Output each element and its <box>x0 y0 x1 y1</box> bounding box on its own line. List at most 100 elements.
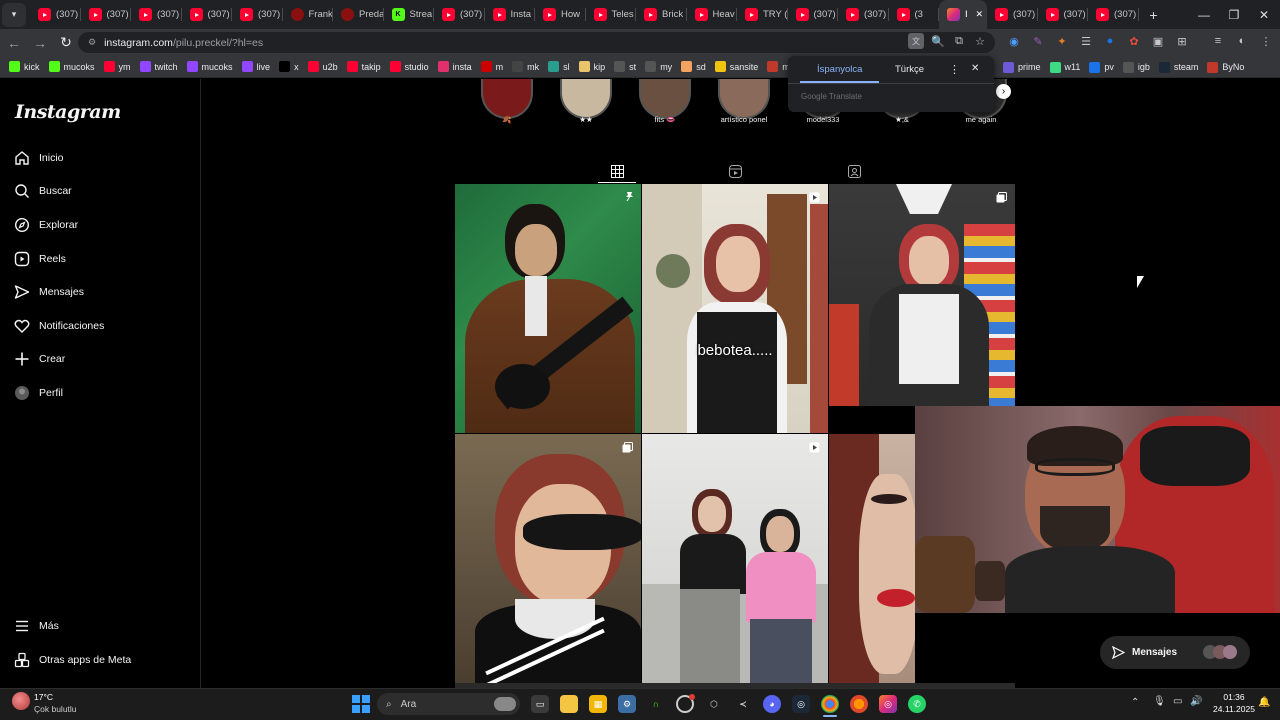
story-highlight[interactable]: ★★ <box>558 79 614 124</box>
highlights-next-button[interactable]: › <box>996 84 1011 99</box>
sidebar-item-crear[interactable]: Crear <box>14 351 65 367</box>
browser-tab[interactable]: (307) <box>434 0 485 29</box>
instagram-logo[interactable]: Instagram <box>15 101 121 123</box>
bookmark-item[interactable]: live <box>241 61 270 72</box>
browser-tab[interactable]: Preda <box>333 0 384 29</box>
site-info-icon[interactable]: ⚙ <box>88 37 96 48</box>
browser-tab[interactable]: Frank <box>283 0 333 29</box>
bookmark-item[interactable]: twitch <box>139 61 178 72</box>
microphone-icon[interactable]: 🎙 <box>1153 696 1166 707</box>
bookmark-item[interactable]: st <box>614 61 636 72</box>
bookmark-item[interactable]: mucoks <box>186 61 233 72</box>
bookmark-item[interactable]: ym <box>103 61 131 72</box>
headset-app-icon[interactable]: ∩ <box>647 695 665 713</box>
browser-tab[interactable]: (307) <box>838 0 889 29</box>
windows-start-icon[interactable] <box>352 695 370 713</box>
whatsapp-icon[interactable]: ✆ <box>908 695 926 713</box>
browser-tab[interactable]: (307) <box>30 0 81 29</box>
instagram-app-icon[interactable]: ◎ <box>879 695 897 713</box>
bookmark-item[interactable]: prime <box>1003 61 1041 73</box>
forward-button[interactable]: → <box>28 31 52 55</box>
browser-tab[interactable]: (307) <box>182 0 232 29</box>
bookmark-item[interactable]: mk <box>512 61 539 72</box>
close-window-button[interactable]: ✕ <box>1248 0 1280 29</box>
weather-desc[interactable]: Çok bulutlu <box>34 704 77 714</box>
reload-button[interactable]: ↻ <box>54 31 78 55</box>
translate-page-icon[interactable]: 文 <box>908 33 924 49</box>
extension-pen-icon[interactable]: ✎ <box>1030 33 1046 49</box>
bookmark-item[interactable]: kick <box>9 61 40 72</box>
game-app-icon[interactable]: ⬡ <box>705 695 723 713</box>
capcut-icon[interactable]: ≺ <box>734 695 752 713</box>
taskbar-search[interactable]: ⌕ Ara <box>377 693 520 715</box>
browser-tab[interactable]: Insta <box>485 0 535 29</box>
browser-tab[interactable]: TRY ( <box>737 0 788 29</box>
bookmark-item[interactable]: my <box>645 61 672 72</box>
tab-reels[interactable] <box>727 163 743 179</box>
story-highlight[interactable]: artístico ponel <box>716 79 772 124</box>
bookmark-item[interactable]: m <box>480 61 503 72</box>
bookmark-item[interactable]: sl <box>548 61 570 72</box>
tab-posts[interactable] <box>609 163 625 179</box>
taskbar-time[interactable]: 01:36 <box>1214 692 1254 702</box>
weather-temp[interactable]: 17°C <box>34 692 53 702</box>
bookmark-item[interactable]: studio <box>389 61 429 72</box>
bookmark-item[interactable]: u2b <box>307 61 338 72</box>
extension-red-icon[interactable]: ✿ <box>1126 33 1142 49</box>
file-explorer-icon[interactable] <box>560 695 578 713</box>
sidebar-item-perfil[interactable]: Perfil <box>14 385 63 401</box>
browser-tab[interactable]: (307) <box>131 0 182 29</box>
bookmark-item[interactable]: steam <box>1158 61 1198 73</box>
bookmark-item[interactable]: sd <box>681 61 706 72</box>
translate-source-language[interactable]: İspanyolca <box>817 64 862 75</box>
post-thumbnail[interactable] <box>642 434 828 683</box>
post-thumbnail[interactable] <box>829 434 915 683</box>
bookmark-item[interactable]: insta <box>437 61 472 72</box>
post-thumbnail[interactable] <box>455 434 641 683</box>
back-button[interactable]: ← <box>2 31 26 55</box>
browser-tab[interactable]: (307) <box>1038 0 1088 29</box>
sidebar-item-notificaciones[interactable]: Notificaciones <box>14 318 104 334</box>
network-icon[interactable]: ▭ <box>1173 696 1182 707</box>
browser-tab[interactable]: Teles <box>586 0 636 29</box>
volume-icon[interactable]: 🔊 <box>1190 696 1202 707</box>
bookmark-star-icon[interactable]: ☆ <box>972 33 988 49</box>
sidebar-item-inicio[interactable]: Inicio <box>14 150 64 166</box>
browser-tab[interactable]: (307) <box>81 0 131 29</box>
browser-tab[interactable]: I ✕ <box>939 0 987 29</box>
steam-icon[interactable]: ◎ <box>792 695 810 713</box>
task-view-icon[interactable]: ▭ <box>531 695 549 713</box>
post-thumbnail[interactable] <box>829 184 1015 406</box>
chrome-icon[interactable] <box>821 695 839 713</box>
browser-tab[interactable]: (307) <box>232 0 283 29</box>
sidebar-item-more[interactable]: Más <box>14 618 59 634</box>
chevron-up-icon[interactable]: ⌃ <box>1131 697 1139 708</box>
discord-icon[interactable]: ◕ <box>763 695 781 713</box>
browser-tab[interactable]: (307) <box>987 0 1038 29</box>
sidebar-item-buscar[interactable]: Buscar <box>14 183 72 199</box>
story-highlight[interactable]: fits 👄 <box>637 79 693 124</box>
browser-tab[interactable]: K Strea <box>384 0 434 29</box>
post-thumbnail[interactable]: bebotea..... <box>642 184 828 433</box>
extension-box-icon[interactable]: ▣ <box>1150 33 1166 49</box>
extension-icon[interactable]: ◉ <box>1006 33 1022 49</box>
minimize-button[interactable]: — <box>1188 0 1220 29</box>
sidebar-item-mensajes[interactable]: Mensajes <box>14 284 84 300</box>
extensions-puzzle-icon[interactable]: ⊞ <box>1174 33 1190 49</box>
firefox-icon[interactable] <box>850 695 868 713</box>
bookmark-item[interactable]: takip <box>346 61 381 72</box>
store-icon[interactable]: ▦ <box>589 695 607 713</box>
tab-tagged[interactable] <box>846 163 862 179</box>
browser-tab[interactable]: Brick <box>636 0 687 29</box>
story-highlight[interactable]: 🍂 <box>479 79 535 124</box>
browser-tab[interactable]: (307) <box>788 0 838 29</box>
address-bar[interactable]: ⚙ instagram.com/pilu.preckel/?hl=es <box>78 32 995 53</box>
browser-tab[interactable]: (307) <box>1088 0 1139 29</box>
settings-icon[interactable]: ⚙ <box>618 695 636 713</box>
bookmark-item[interactable]: kip <box>578 61 605 72</box>
taskbar-date[interactable]: 24.11.2025 <box>1208 704 1260 714</box>
new-tab-button[interactable]: + <box>1143 4 1165 26</box>
browser-tab[interactable]: (3 <box>889 0 939 29</box>
messages-float-button[interactable]: Mensajes <box>1100 636 1250 669</box>
bookmark-item[interactable]: pv <box>1089 61 1114 73</box>
